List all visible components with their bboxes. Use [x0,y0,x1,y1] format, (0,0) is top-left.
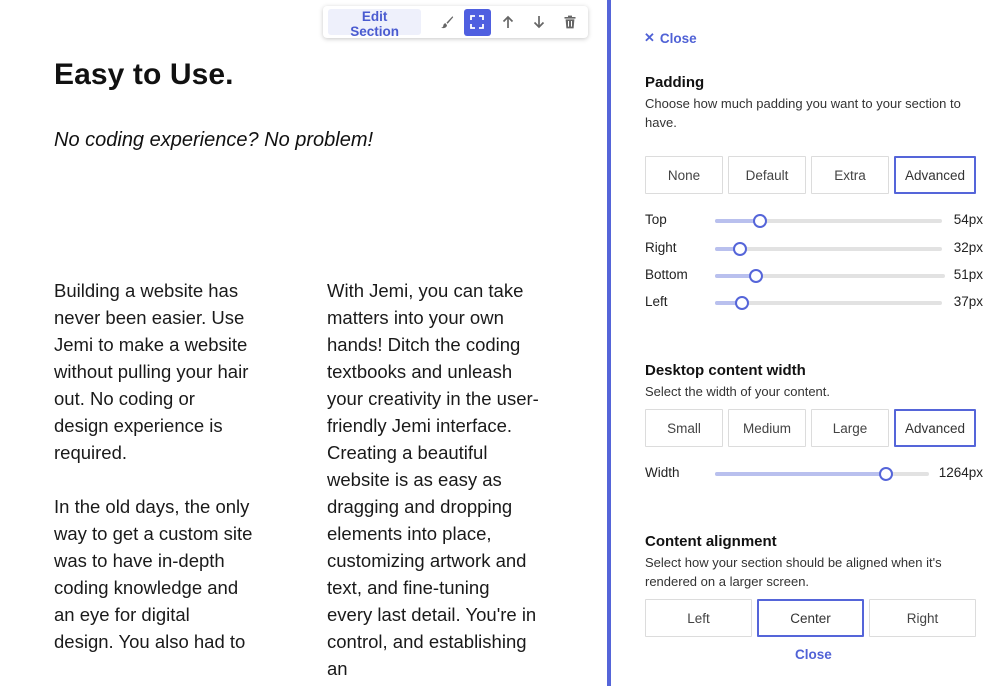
slider-thumb[interactable] [879,467,894,481]
padding-option-none[interactable]: None [645,156,723,194]
text-column-left: Building a website has never been easier… [54,277,254,682]
delete-section-button[interactable] [556,9,583,36]
content-width-title: Desktop content width [645,362,806,379]
slider-value: 51px [953,267,983,282]
slider-label: Bottom [645,267,688,282]
content-width-options: Small Medium Large Advanced [645,409,976,447]
slider-thumb[interactable] [753,214,768,228]
move-down-button[interactable] [526,9,553,36]
padding-title: Padding [645,74,705,91]
content-width-slider: Width 1264px [645,463,983,483]
slider-thumb[interactable] [732,242,747,256]
slider-value: 54px [953,212,983,227]
padding-slider-bottom: Bottom 51px [645,265,983,285]
paragraph: Building a website has never been easier… [54,280,249,463]
slider-label: Right [645,240,677,255]
paragraph: With Jemi, you can take matters into you… [327,280,539,679]
slider-track[interactable] [715,214,942,228]
alignment-option-left[interactable]: Left [645,599,752,637]
close-icon: ✕ [644,30,655,45]
slider-value: 1264px [938,465,983,480]
alignment-option-right[interactable]: Right [869,599,976,637]
padding-slider-top: Top 54px [645,210,983,230]
padding-options: None Default Extra Advanced [645,156,976,194]
style-button[interactable] [433,9,460,36]
paragraph: In the old days, the only way to get a c… [54,496,253,652]
slider-label: Top [645,212,667,227]
move-up-button[interactable] [495,9,522,36]
slider-track[interactable] [715,269,945,283]
section-toolbar: Edit Section [323,6,588,39]
settings-panel: ✕ Close Padding Choose how much padding … [611,0,1002,686]
width-option-medium[interactable]: Medium [728,409,806,447]
padding-option-default[interactable]: Default [728,156,806,194]
slider-thumb[interactable] [749,269,764,283]
padding-description: Choose how much padding you want to your… [645,96,961,130]
padding-slider-right: Right 32px [645,238,983,258]
alignment-title: Content alignment [645,533,777,550]
slider-track[interactable] [715,296,942,310]
slider-track[interactable] [715,467,929,481]
slider-label: Left [645,294,668,309]
close-panel-bottom-button[interactable]: Close [795,647,832,662]
arrow-down-icon [532,15,546,29]
fullscreen-button[interactable] [464,8,491,36]
alignment-options: Left Center Right [645,599,976,637]
padding-slider-left: Left 37px [645,292,983,312]
padding-option-extra[interactable]: Extra [811,156,889,194]
text-column-right: With Jemi, you can take matters into you… [327,277,539,686]
section-subheading: No coding experience? No problem! [54,129,374,151]
close-label: Close [659,30,697,46]
width-option-small[interactable]: Small [645,409,723,447]
section-headline: Easy to Use. [54,58,234,91]
slider-value: 37px [953,294,983,309]
page-canvas: Edit Section Easy to Use. No coding expe… [0,0,607,686]
content-width-description: Select the width of your content. [645,384,830,399]
alignment-option-center[interactable]: Center [757,599,864,637]
brush-icon [440,15,454,29]
padding-option-advanced[interactable]: Advanced [894,156,976,194]
expand-icon [470,15,485,29]
width-option-advanced[interactable]: Advanced [894,409,976,447]
width-option-large[interactable]: Large [811,409,889,447]
arrow-up-icon [501,15,515,29]
slider-thumb[interactable] [735,296,750,310]
slider-track[interactable] [715,242,942,256]
slider-fill [715,472,887,476]
slider-value: 32px [953,240,983,255]
close-panel-button[interactable]: ✕ Close [644,30,697,46]
edit-section-button[interactable]: Edit Section [328,9,422,39]
alignment-description: Select how your section should be aligne… [645,555,942,589]
slider-label: Width [645,465,680,480]
trash-icon [563,15,577,29]
